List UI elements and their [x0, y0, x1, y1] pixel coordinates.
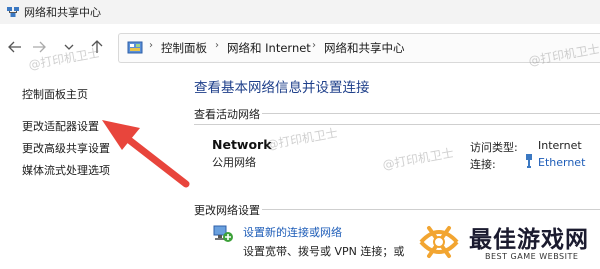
- breadcrumb-item-network-internet[interactable]: 网络和 Internet: [227, 40, 311, 56]
- window-title: 网络和共享中心: [24, 6, 101, 19]
- new-connection-icon: [213, 225, 233, 242]
- breadcrumb-item-network-sharing-center[interactable]: 网络和共享中心: [324, 40, 405, 56]
- access-type-label: 访问类型:: [470, 141, 518, 154]
- watermark: @打印机卫士: [265, 125, 339, 153]
- section-divider: [262, 113, 600, 114]
- arrow-right-icon: [33, 41, 46, 53]
- sidebar-item-media-streaming[interactable]: 媒体流式处理选项: [22, 162, 110, 178]
- sidebar-item-control-panel-home[interactable]: 控制面板主页: [22, 86, 88, 102]
- breadcrumb-separator: ›: [215, 40, 219, 51]
- change-settings-heading: 更改网络设置: [194, 204, 260, 217]
- setup-new-connection-description: 设置宽带、拨号或 VPN 连接；或: [243, 245, 405, 258]
- logo-title: 最佳游戏网: [469, 227, 589, 253]
- sidebar-item-change-adapter-settings[interactable]: 更改适配器设置: [22, 118, 99, 134]
- title-bar: 网络和共享中心: [0, 0, 600, 24]
- table-divider: [194, 124, 600, 125]
- logo-subtitle: BEST GAME WEBSITE: [485, 252, 579, 261]
- breadcrumb-separator: ›: [312, 40, 316, 51]
- active-networks-heading: 查看活动网络: [194, 108, 260, 121]
- ethernet-icon: [526, 154, 532, 168]
- setup-new-connection-link[interactable]: 设置新的连接或网络: [243, 224, 342, 240]
- site-logo: 最佳游戏网 BEST GAME WEBSITE: [415, 214, 600, 269]
- control-panel-icon: [127, 41, 143, 54]
- watermark: @打印机卫士: [381, 145, 455, 173]
- connection-label: 连接:: [470, 158, 496, 171]
- page-title: 查看基本网络信息并设置连接: [194, 80, 370, 96]
- network-name: Network: [212, 137, 272, 152]
- sidebar-item-change-advanced-sharing[interactable]: 更改高级共享设置: [22, 140, 110, 156]
- breadcrumb-item-control-panel[interactable]: 控制面板: [161, 40, 207, 56]
- network-center-icon: [7, 7, 19, 17]
- back-button[interactable]: [6, 38, 24, 56]
- breadcrumb-separator: ›: [149, 40, 153, 51]
- section-divider: [262, 209, 600, 210]
- access-type-value: Internet: [538, 139, 582, 152]
- arrow-left-icon: [8, 41, 21, 53]
- network-type: 公用网络: [212, 156, 256, 169]
- connection-ethernet-link[interactable]: Ethernet: [538, 156, 585, 169]
- logo-mark-icon: [419, 226, 459, 258]
